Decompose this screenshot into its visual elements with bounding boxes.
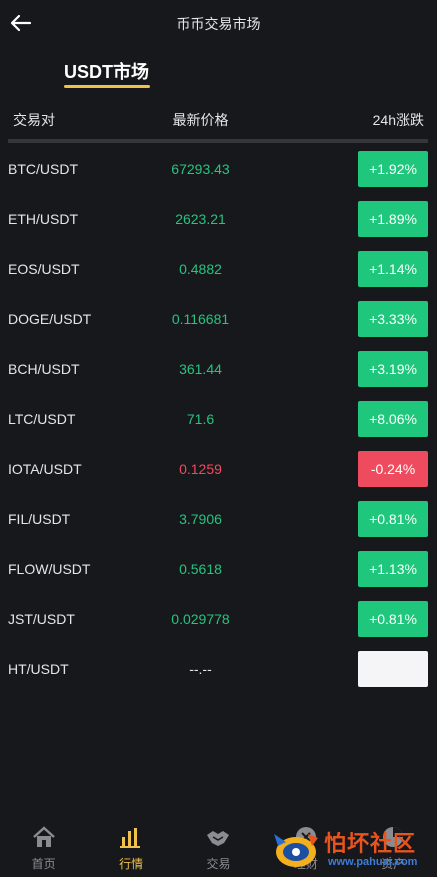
change-badge: 0% [358, 651, 428, 687]
table-row[interactable]: LTC/USDT 71.6 +8.06% [0, 394, 437, 444]
page-title: 币币交易市场 [176, 16, 261, 32]
tab-active-indicator [64, 85, 150, 88]
table-row[interactable]: IOTA/USDT 0.1259 -0.24% [0, 444, 437, 494]
last-price: 67293.43 [171, 161, 230, 177]
last-price: 0.029778 [171, 611, 230, 627]
change-badge: -0.24% [358, 451, 428, 487]
table-row[interactable]: DOGE/USDT 0.116681 +3.33% [0, 294, 437, 344]
table-row[interactable]: FLOW/USDT 0.5618 +1.13% [0, 544, 437, 594]
watermark: 怕坏社区 www.pahuai.com [268, 826, 433, 874]
tab-usdt-market[interactable]: USDT市场 [64, 58, 149, 84]
table-row[interactable]: FIL/USDT 3.7906 +0.81% [0, 494, 437, 544]
table-row[interactable]: BCH/USDT 361.44 +3.19% [0, 344, 437, 394]
last-price: 361.44 [179, 361, 222, 377]
table-row[interactable]: ETH/USDT 2623.21 +1.89% [0, 194, 437, 244]
watermark-url: www.pahuai.com [328, 856, 418, 868]
watermark-text: 怕坏社区 [324, 831, 417, 857]
nav-item-1[interactable]: 行情 [88, 817, 175, 877]
table-row[interactable]: BTC/USDT 67293.43 +1.92% [0, 144, 437, 194]
last-price: 0.4882 [179, 261, 222, 277]
last-price: 0.1259 [179, 461, 222, 477]
change-badge: +0.81% [358, 601, 428, 637]
market-list: BTC/USDT 67293.43 +1.92% ETH/USDT 2623.21 +1.… [0, 144, 437, 694]
header-divider [8, 139, 428, 143]
change-badge: +1.92% [358, 151, 428, 187]
change-badge: +3.33% [358, 301, 428, 337]
nav-label: 交易 [206, 857, 231, 871]
last-price: 0.5618 [179, 561, 222, 577]
header: 币币交易市场 [0, 0, 437, 48]
last-price: 0.116681 [171, 311, 230, 327]
table-row[interactable]: HT/USDT --.-- 0% [0, 644, 437, 694]
watermark-logo-icon [274, 834, 318, 867]
last-price: 2623.21 [175, 211, 226, 227]
table-row[interactable]: EOS/USDT 0.4882 +1.14% [0, 244, 437, 294]
change-badge: +1.13% [358, 551, 428, 587]
nav-label: 行情 [119, 857, 144, 871]
change-badge: +8.06% [358, 401, 428, 437]
change-badge: +1.89% [358, 201, 428, 237]
column-header-price: 最新价格 [172, 112, 229, 128]
change-badge: +0.81% [358, 501, 428, 537]
home-icon [32, 826, 55, 847]
nav-label: 首页 [31, 857, 56, 871]
market-page: 币币交易市场 USDT市场 交易对 最新价格 24h涨跌 BTC/USDT 672… [0, 0, 437, 877]
chart-bars-icon [120, 828, 141, 848]
table-row[interactable]: JST/USDT 0.029778 +0.81% [0, 594, 437, 644]
last-price: 3.7906 [179, 511, 222, 527]
nav-item-0[interactable]: 首页 [0, 817, 87, 877]
last-price: --.-- [189, 661, 212, 677]
nav-item-2[interactable]: 交易 [175, 817, 262, 877]
column-header-change: 24h涨跌 [372, 112, 424, 128]
handshake-icon [207, 831, 230, 846]
last-price: 71.6 [186, 411, 215, 427]
change-badge: +3.19% [358, 351, 428, 387]
change-badge: +1.14% [358, 251, 428, 287]
